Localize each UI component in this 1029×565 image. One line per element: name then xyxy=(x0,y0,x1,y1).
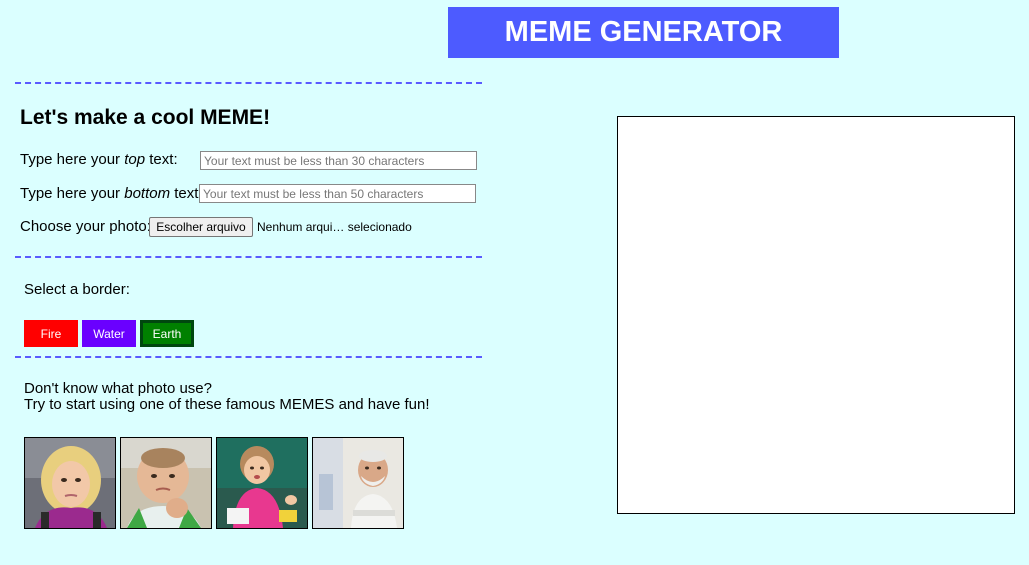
border-label: Select a border: xyxy=(24,281,130,298)
photo-label: Choose your photo: xyxy=(20,218,151,235)
file-status: Nenhum arqui… selecionado xyxy=(257,220,412,234)
form-heading: Let's make a cool MEME! xyxy=(20,106,271,129)
top-text-label-em: top xyxy=(124,151,146,168)
top-text-label-post: text: xyxy=(145,151,178,168)
meme-thumbnail-success-kid[interactable] xyxy=(120,437,212,529)
divider xyxy=(15,82,482,84)
disaster-girl-image xyxy=(217,438,307,528)
page-title: MEME GENERATOR xyxy=(448,7,839,58)
hide-the-pain-harold-image xyxy=(313,438,403,528)
success-kid-image xyxy=(121,438,211,528)
fire-border-button[interactable]: Fire xyxy=(24,320,78,347)
divider xyxy=(15,256,482,258)
meme-thumbnail-hide-the-pain-harold[interactable] xyxy=(312,437,404,529)
bottom-text-label: Type here your bottom text: xyxy=(20,185,203,202)
water-border-button[interactable]: Water xyxy=(82,320,136,347)
divider xyxy=(15,356,482,358)
bottom-text-label-em: bottom xyxy=(124,185,171,202)
meme-thumbnail-side-eyeing-chloe[interactable] xyxy=(24,437,116,529)
bottom-text-label-pre: Type here your xyxy=(20,185,125,202)
top-text-label: Type here your top text: xyxy=(20,151,178,168)
choose-file-button[interactable]: Escolher arquivo xyxy=(149,217,253,237)
earth-border-button[interactable]: Earth xyxy=(140,320,194,347)
bottom-text-input[interactable] xyxy=(199,184,476,203)
meme-thumbnail-disaster-girl[interactable] xyxy=(216,437,308,529)
suggestion-line-1: Don't know what photo use? xyxy=(24,380,212,397)
suggestion-line-2: Try to start using one of these famous M… xyxy=(24,396,430,413)
side-eyeing-chloe-image xyxy=(25,438,115,528)
top-text-input[interactable] xyxy=(200,151,477,170)
top-text-label-pre: Type here your xyxy=(20,151,125,168)
bottom-text-label-post: text: xyxy=(170,185,203,202)
meme-canvas xyxy=(617,116,1015,514)
suggestion-text: Don't know what photo use? Try to start … xyxy=(24,381,429,413)
